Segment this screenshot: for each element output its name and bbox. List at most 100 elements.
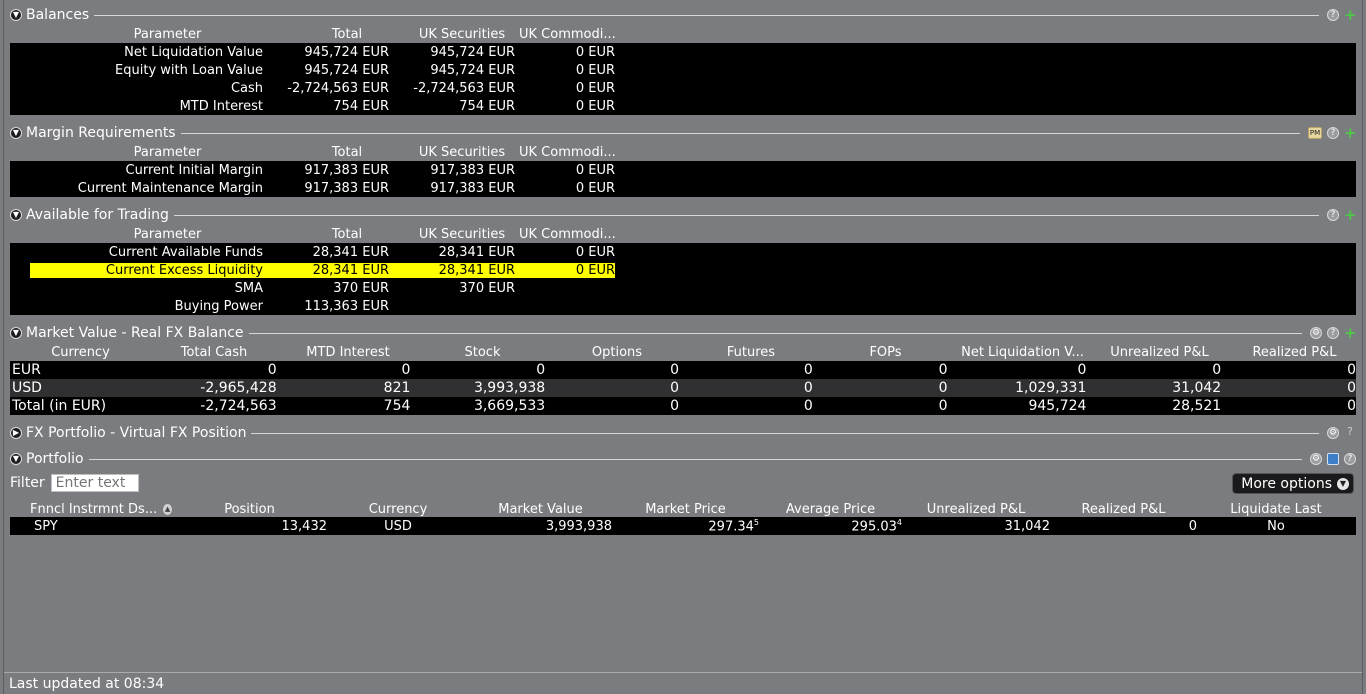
help-icon[interactable]: ? xyxy=(1327,327,1339,339)
table-row[interactable]: EUR 0 0 0 0 0 0 0 0 0 xyxy=(10,361,1356,379)
column-header[interactable]: Parameter xyxy=(11,227,264,242)
column-header[interactable]: Currency xyxy=(14,345,147,360)
help-icon[interactable]: ? xyxy=(1327,9,1339,21)
param-cell: Equity with Loan Value xyxy=(115,62,263,78)
column-header[interactable]: UK Commodi... xyxy=(516,227,616,242)
uk-securities-cell: 945,724 EUR xyxy=(430,62,515,78)
table-row[interactable]: Net Liquidation Value 945,724 EUR 945,72… xyxy=(10,43,1356,61)
collapse-icon[interactable]: ▼ xyxy=(10,209,22,221)
column-header[interactable]: Total xyxy=(264,145,390,160)
collapse-icon[interactable]: ▼ xyxy=(10,453,22,465)
divider xyxy=(94,14,1319,16)
sort-icon[interactable]: ▲ xyxy=(163,503,172,515)
collapse-icon[interactable]: ▼ xyxy=(10,9,22,21)
uk-commodities-cell: 0 EUR xyxy=(575,44,615,60)
column-header[interactable]: Average Price xyxy=(759,502,902,517)
column-header[interactable]: MTD Interest xyxy=(281,345,415,360)
help-icon[interactable]: ? xyxy=(1327,209,1339,221)
more-options-label: More options xyxy=(1241,475,1332,492)
column-header[interactable]: UK Securities xyxy=(390,27,516,42)
column-header[interactable]: Parameter xyxy=(11,27,264,42)
add-icon[interactable]: + xyxy=(1344,326,1357,341)
column-header[interactable]: Realized P&L xyxy=(1227,345,1362,360)
realized-pnl-cell: 0 xyxy=(1347,380,1356,396)
collapse-icon[interactable]: ▼ xyxy=(10,327,22,339)
settings-icon[interactable]: ⚙ xyxy=(1310,327,1322,339)
average-price-value: 295.03 xyxy=(851,519,897,535)
column-header[interactable]: Options xyxy=(550,345,684,360)
column-header[interactable]: Total xyxy=(264,27,390,42)
column-header[interactable]: Fnncl Instrmnt Ds... ▲ xyxy=(10,502,172,517)
column-header[interactable]: FOPs xyxy=(818,345,953,360)
column-header[interactable]: UK Commodi... xyxy=(516,27,616,42)
table-row[interactable]: SMA 370 EUR 370 EUR xyxy=(10,279,1356,297)
settings-icon[interactable]: ⚙ xyxy=(1310,453,1322,465)
available-header[interactable]: ▼ Available for Trading ? + xyxy=(10,206,1357,224)
margin-header[interactable]: ▼ Margin Requirements PM ? + xyxy=(10,124,1357,142)
filter-input[interactable] xyxy=(50,474,139,492)
total-cash-cell: -2,965,428 xyxy=(200,380,277,396)
column-header[interactable]: Total xyxy=(264,227,390,242)
help-icon[interactable]: ? xyxy=(1344,453,1356,465)
expand-icon[interactable]: ▶ xyxy=(10,427,22,439)
total-cash-cell: 0 xyxy=(267,362,277,378)
column-header[interactable]: Unrealized P&L xyxy=(1092,345,1227,360)
collapse-icon[interactable]: ▼ xyxy=(10,127,22,139)
help-icon[interactable]: ? xyxy=(1344,426,1356,439)
pin-icon[interactable]: PM xyxy=(1308,127,1322,139)
column-header[interactable]: UK Securities xyxy=(390,145,516,160)
column-header[interactable]: Net Liquidation V... xyxy=(953,345,1092,360)
filter-label: Filter xyxy=(10,475,45,491)
column-header[interactable]: UK Commodi... xyxy=(516,145,616,160)
column-header[interactable]: Liquidate Last xyxy=(1197,502,1355,517)
param-cell: Buying Power xyxy=(174,298,263,314)
table-row[interactable]: Current Available Funds 28,341 EUR 28,34… xyxy=(10,243,1356,261)
table-row[interactable]: Total (in EUR) -2,724,563 754 3,669,533 … xyxy=(10,397,1356,415)
table-row[interactable]: SPY 13,432 USD 3,993,938 297.345 295.034… xyxy=(10,517,1356,535)
uk-commodities-cell: 0 EUR xyxy=(575,244,615,260)
add-icon[interactable]: + xyxy=(1344,8,1357,23)
portfolio-header[interactable]: ▼ Portfolio ⚙ ? xyxy=(10,450,1356,468)
column-header[interactable]: Total Cash xyxy=(147,345,281,360)
param-cell: MTD Interest xyxy=(179,98,263,114)
column-header[interactable]: Realized P&L xyxy=(1050,502,1197,517)
add-icon[interactable]: + xyxy=(1344,208,1357,223)
table-row[interactable]: Current Maintenance Margin 917,383 EUR 9… xyxy=(10,179,1356,197)
column-header[interactable]: Stock xyxy=(415,345,550,360)
table-row[interactable]: Equity with Loan Value 945,724 EUR 945,7… xyxy=(10,61,1356,79)
market-value-column-headers: Currency Total Cash MTD Interest Stock O… xyxy=(14,343,1362,361)
column-header[interactable]: Futures xyxy=(684,345,818,360)
uk-commodities-cell: 0 EUR xyxy=(575,62,615,78)
column-header[interactable]: Currency xyxy=(327,502,469,517)
fx-portfolio-header[interactable]: ▶ FX Portfolio - Virtual FX Position ⚙ ? xyxy=(10,424,1356,442)
more-options-button[interactable]: More options ▼ xyxy=(1232,473,1354,494)
table-row[interactable]: MTD Interest 754 EUR 754 EUR 0 EUR xyxy=(10,97,1356,115)
table-row[interactable]: Cash -2,724,563 EUR -2,724,563 EUR 0 EUR xyxy=(10,79,1356,97)
table-row-highlighted[interactable]: Current Excess Liquidity 28,341 EUR 28,3… xyxy=(10,261,1356,279)
portfolio-column-headers: Fnncl Instrmnt Ds... ▲ Position Currency… xyxy=(10,500,1355,518)
realized-pnl-cell: 0 xyxy=(1347,398,1356,414)
total-cash-cell: -2,724,563 xyxy=(200,398,277,414)
fops-cell: 0 xyxy=(938,362,948,378)
balances-header[interactable]: ▼ Balances ? + xyxy=(10,6,1357,24)
column-header[interactable]: Position xyxy=(172,502,327,517)
table-row[interactable]: Current Initial Margin 917,383 EUR 917,3… xyxy=(10,161,1356,179)
column-header[interactable]: Parameter xyxy=(11,145,264,160)
column-header[interactable]: UK Securities xyxy=(390,227,516,242)
uk-securities-cell: 28,341 EUR xyxy=(438,262,515,278)
help-icon[interactable]: ? xyxy=(1327,127,1339,139)
column-header[interactable]: Market Value xyxy=(469,502,612,517)
table-row[interactable]: USD -2,965,428 821 3,993,938 0 0 0 1,029… xyxy=(10,379,1356,397)
market-value-header[interactable]: ▼ Market Value - Real FX Balance ⚙ ? + xyxy=(10,324,1357,342)
average-price-cell: 295.034 xyxy=(759,518,902,534)
add-icon[interactable]: + xyxy=(1344,126,1357,141)
column-header[interactable]: Market Price xyxy=(612,502,759,517)
status-bar: Last updated at 08:34 xyxy=(4,672,1362,694)
window-icon[interactable] xyxy=(1327,453,1339,465)
column-header[interactable]: Unrealized P&L xyxy=(902,502,1050,517)
margin-table: Current Initial Margin 917,383 EUR 917,3… xyxy=(10,161,1356,197)
table-row[interactable]: Buying Power 113,363 EUR xyxy=(10,297,1356,315)
settings-icon[interactable]: ⚙ xyxy=(1327,427,1339,439)
balances-title: Balances xyxy=(26,7,90,23)
mtd-interest-cell: 754 xyxy=(383,398,411,414)
